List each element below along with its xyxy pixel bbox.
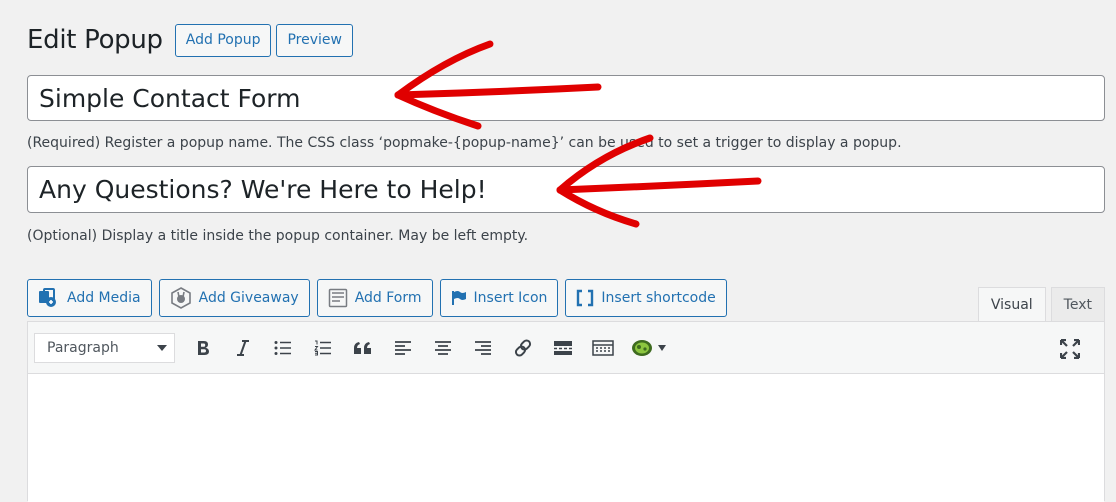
annotation-arrow-title [556, 134, 762, 228]
